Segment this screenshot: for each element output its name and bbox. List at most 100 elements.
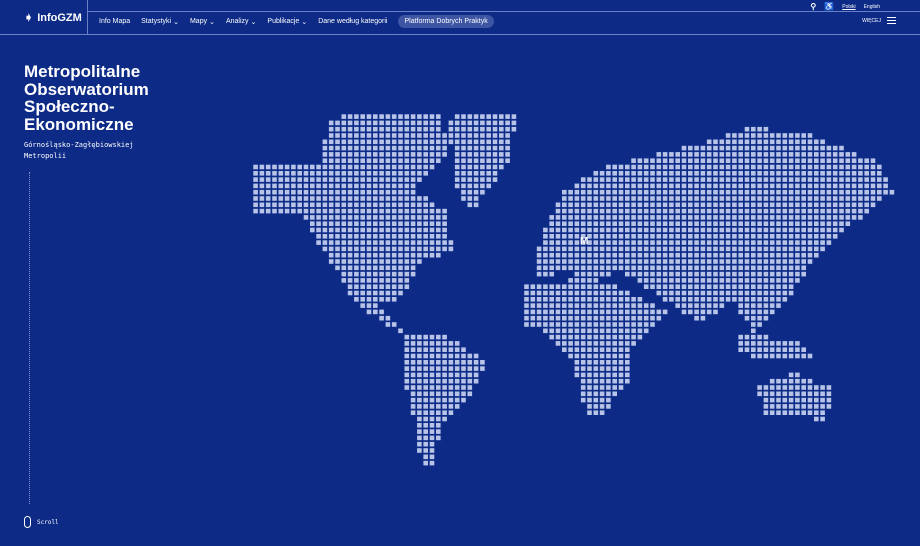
map-dot	[536, 246, 542, 252]
map-dot	[656, 221, 662, 226]
nav-analizy[interactable]: Analizy ⌄	[226, 18, 256, 26]
map-dot	[587, 202, 592, 208]
map-dot	[354, 164, 359, 170]
map-dot	[291, 208, 296, 214]
map-dot	[782, 183, 788, 189]
map-dot	[410, 227, 416, 233]
map-dot	[858, 177, 863, 182]
map-dot	[341, 227, 347, 233]
map-dot	[410, 353, 416, 359]
map-dot	[814, 246, 819, 252]
map-dot	[448, 341, 454, 346]
nav-statystyki[interactable]: Statystyki ⌄	[141, 18, 179, 26]
map-dot	[826, 171, 832, 176]
map-dot	[643, 322, 649, 327]
map-dot	[776, 158, 781, 163]
logo[interactable]: ➧ InfoGZM	[24, 11, 82, 25]
map-dot	[580, 189, 586, 195]
map-dot	[473, 164, 479, 170]
map-dot	[391, 227, 397, 233]
map-dot	[373, 171, 378, 176]
map-dot	[618, 234, 624, 239]
map-dot	[618, 246, 624, 252]
lang-en[interactable]: English	[864, 4, 880, 10]
map-dot	[366, 152, 372, 157]
nav-publikacje[interactable]: Publikacje ⌄	[267, 18, 307, 26]
map-dot	[272, 183, 277, 189]
map-dot	[656, 171, 662, 176]
map-dot	[776, 404, 781, 409]
map-dot	[417, 202, 422, 208]
map-dot	[801, 265, 806, 271]
map-dot	[599, 366, 605, 371]
map-dot	[675, 164, 680, 170]
map-dot	[606, 271, 611, 277]
map-dot	[448, 391, 454, 397]
map-dot	[448, 126, 454, 132]
map-dot	[662, 234, 668, 239]
map-dot	[574, 353, 580, 359]
map-dot	[593, 265, 599, 271]
map-dot	[795, 189, 800, 195]
map-dot	[278, 164, 284, 170]
map-dot	[417, 341, 422, 346]
map-dot	[769, 196, 775, 201]
map-dot	[738, 265, 743, 271]
map-dot	[776, 171, 781, 176]
map-dot	[555, 202, 561, 208]
map-dot	[587, 259, 592, 264]
nav-info-mapa[interactable]: Info Mapa	[99, 18, 130, 25]
map-dot	[398, 196, 403, 201]
map-dot	[826, 221, 832, 226]
map-dot	[385, 152, 391, 157]
map-dot	[826, 240, 832, 245]
map-dot	[757, 385, 762, 390]
map-dot	[385, 177, 391, 182]
map-dot	[851, 171, 857, 176]
map-dot	[763, 234, 769, 239]
map-dot	[851, 189, 857, 195]
map-dot	[782, 353, 788, 359]
scroll-indicator[interactable]: Scroll	[24, 516, 59, 528]
more-menu-button[interactable]: WIĘCEJ	[862, 17, 896, 24]
map-dot	[688, 240, 693, 245]
map-dot	[404, 177, 410, 182]
map-dot	[864, 183, 869, 189]
map-dot	[864, 189, 869, 195]
location-marker-icon[interactable]: M	[580, 236, 588, 247]
lang-pl[interactable]: Polski	[842, 4, 855, 10]
map-dot	[814, 171, 819, 176]
search-icon[interactable]: ⚲	[810, 2, 816, 11]
map-dot	[347, 145, 353, 151]
map-dot	[347, 259, 353, 264]
map-dot	[744, 278, 750, 283]
map-dot	[322, 189, 328, 195]
map-dot	[757, 391, 762, 397]
map-dot	[265, 164, 271, 170]
map-dot	[373, 177, 378, 182]
map-dot	[719, 158, 725, 163]
map-dot	[681, 234, 687, 239]
nav-mapy[interactable]: Mapy ⌄	[190, 18, 215, 26]
map-dot	[631, 297, 636, 302]
map-dot	[763, 385, 769, 390]
map-dot	[417, 114, 422, 119]
map-dot	[700, 145, 706, 151]
nav-dane[interactable]: Dane według kategorii	[318, 18, 387, 25]
map-dot	[744, 189, 750, 195]
map-dot	[574, 347, 580, 352]
map-dot	[788, 410, 794, 415]
map-dot	[379, 297, 384, 302]
map-dot	[713, 145, 718, 151]
map-dot	[662, 259, 668, 264]
map-dot	[782, 404, 788, 409]
map-dot	[769, 259, 775, 264]
map-dot	[700, 297, 706, 302]
map-dot	[379, 215, 384, 220]
accessibility-icon[interactable]: ♿	[824, 2, 834, 11]
map-dot	[354, 240, 359, 245]
map-dot	[473, 353, 479, 359]
map-dot	[398, 171, 403, 176]
nav-platforma-button[interactable]: Platforma Dobrych Praktyk	[398, 15, 494, 28]
map-dot	[706, 145, 712, 151]
